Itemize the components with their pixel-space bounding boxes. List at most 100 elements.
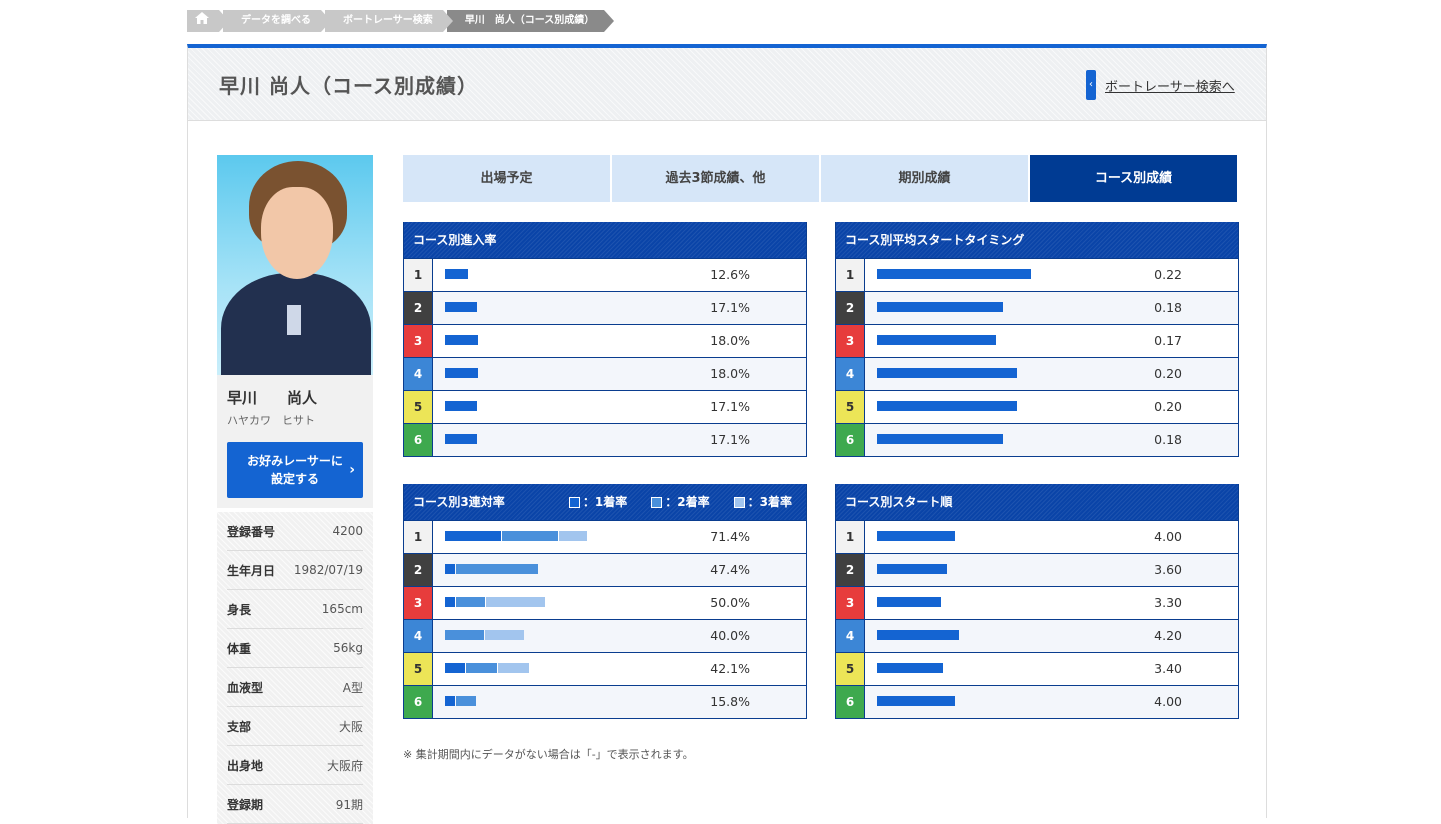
bar-segment [877,630,959,640]
bar-area [865,292,1117,324]
avg-start-timing-table: コース別平均スタートタイミング 1 0.22 2 0.18 3 0.17 4 0.20 5 0.2… [835,222,1239,457]
bar-segment [445,434,477,444]
tab-schedule[interactable]: 出場予定 [403,155,610,202]
bar-segment [445,564,455,574]
table-head: コース別3連対率 ：1着率 ：2着率 ：3着率 [404,484,806,520]
legend-swatch [568,496,580,508]
course-number: 1 [836,259,865,291]
legend: ：1着率 ：2着率 ：3着率 [545,484,792,520]
start-order-table: コース別スタート順 1 4.00 2 3.60 3 3.30 4 4.20 5 3.40 6 4.00 [835,484,1239,719]
row-value: 17.1% [710,300,750,315]
bar-area [865,686,1117,718]
favorite-racer-button[interactable]: お好みレーサーに 設定する › [227,442,363,498]
course-number: 5 [836,391,865,423]
tab-term-results[interactable]: 期別成績 [821,155,1028,202]
table-row: 5 42.1% [404,652,806,685]
breadcrumb-racer-search[interactable]: ボートレーサー検索 [325,10,453,32]
breadcrumb-home[interactable] [187,10,229,32]
entry-rate-table: コース別進入率 1 12.6% 2 17.1% 3 18.0% 4 18.0% 5 17.1% 6 1… [403,222,807,457]
row-value: 3.30 [1154,595,1182,610]
bar-segment [485,630,524,640]
course-number: 1 [404,259,433,291]
bar-area [433,653,685,685]
bar-area [865,587,1117,619]
table-title: コース別進入率 [404,222,806,258]
bar-segment [445,335,478,345]
table-row: 1 4.00 [836,520,1238,553]
table-row: 6 15.8% [404,685,806,718]
detail-row: 血液型 A型 [227,668,363,707]
table-row: 4 18.0% [404,357,806,390]
bar-area [865,554,1117,586]
bar-segment [877,564,947,574]
bar-segment [877,434,1003,444]
bar-area [433,424,685,456]
row-value: 71.4% [710,529,750,544]
course-number: 3 [404,325,433,357]
course-number: 5 [836,653,865,685]
table-title: コース別スタート順 [836,484,1238,520]
bar-area [433,521,685,553]
row-value: 3.40 [1154,661,1182,676]
home-icon [195,12,209,24]
row-value: 0.20 [1154,366,1182,381]
table-row: 4 0.20 [836,357,1238,390]
bar-area [865,391,1117,423]
table-row: 6 17.1% [404,423,806,456]
table-row: 1 0.22 [836,258,1238,291]
row-value: 17.1% [710,399,750,414]
breadcrumb-current: 早川 尚人（コース別成績） [446,10,614,32]
bar-area [865,325,1117,357]
row-value: 0.18 [1154,432,1182,447]
row-value: 0.17 [1154,333,1182,348]
table-row: 2 0.18 [836,291,1238,324]
bar-area [865,620,1117,652]
bar-segment [445,696,455,706]
bar-area [865,521,1117,553]
bar-area [433,620,685,652]
legend-swatch [651,496,663,508]
course-number: 1 [836,521,865,553]
course-number: 2 [404,292,433,324]
racer-details: 登録番号 4200 生年月日 1982/07/19 身長 165cm 体重 56kg 血… [217,512,373,824]
row-value: 4.20 [1154,628,1182,643]
bar-segment [877,531,955,541]
course-number: 2 [836,554,865,586]
bar-segment [456,597,485,607]
bar-segment [877,269,1031,279]
course-number: 4 [836,358,865,390]
course-number: 6 [836,686,865,718]
table-row: 5 17.1% [404,390,806,423]
table-row: 6 0.18 [836,423,1238,456]
back-link-text[interactable]: ボートレーサー検索へ [1105,76,1235,95]
row-value: 12.6% [710,267,750,282]
back-to-search-link[interactable]: ‹ ボートレーサー検索へ [1086,70,1235,100]
bar-segment [877,696,955,706]
breadcrumb-data[interactable]: データを調べる [223,10,331,32]
tab-recent-results[interactable]: 過去3節成績、他 [612,155,819,202]
favorite-button-line2: 設定する [270,472,319,486]
course-number: 3 [404,587,433,619]
bar-segment [498,663,529,673]
legend-swatch [733,496,745,508]
detail-row: 身長 165cm [227,590,363,629]
table-row: 1 71.4% [404,520,806,553]
legend-1st: ：1着率 [568,484,627,520]
table-row: 2 17.1% [404,291,806,324]
table-row: 5 3.40 [836,652,1238,685]
bar-area [433,325,685,357]
course-number: 5 [404,653,433,685]
bar-segment [445,597,455,607]
table-row: 3 3.30 [836,586,1238,619]
chevron-left-icon: ‹ [1086,70,1096,100]
table-row: 5 0.20 [836,390,1238,423]
course-number: 3 [836,325,865,357]
row-value: 0.22 [1154,267,1182,282]
table-row: 4 40.0% [404,619,806,652]
table-row: 2 47.4% [404,553,806,586]
detail-row: 生年月日 1982/07/19 [227,551,363,590]
row-value: 17.1% [710,432,750,447]
bar-segment [877,401,1017,411]
tab-course-results[interactable]: コース別成績 [1030,155,1237,202]
racer-profile: 早川 尚人 ハヤカワ ヒサト お好みレーサーに 設定する › 登録番号 4200 … [217,155,373,824]
